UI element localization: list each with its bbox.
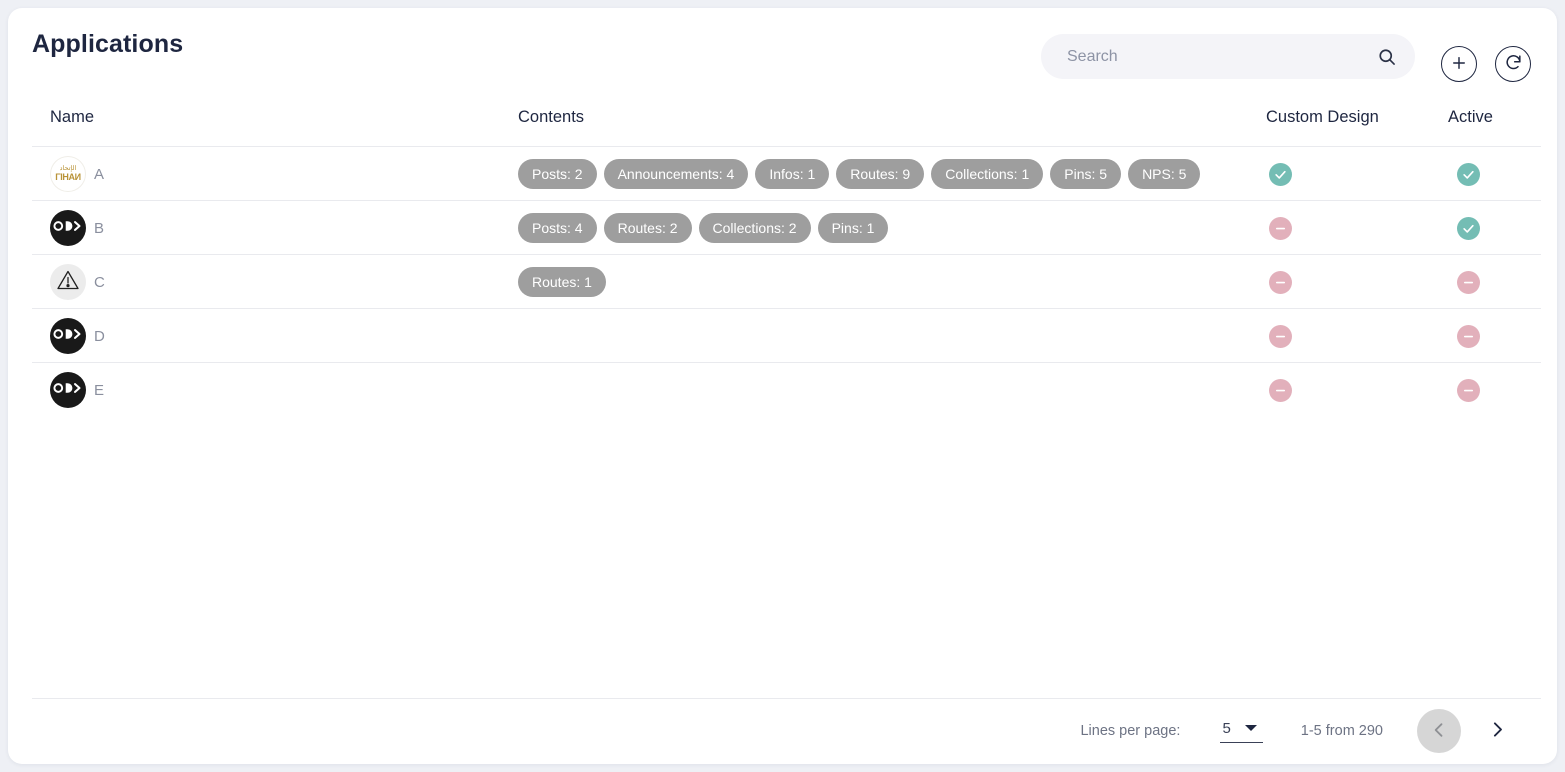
table-row[interactable]: E: [32, 362, 1541, 416]
status-custom-design-disabled: [1268, 378, 1292, 402]
content-chip: NPS: 5: [1128, 159, 1201, 189]
cell-active: [1448, 201, 1488, 255]
refresh-icon: [1504, 53, 1523, 75]
cell-contents: Routes: 1: [518, 255, 606, 309]
cell-custom-design: [1260, 363, 1300, 417]
column-header-contents: Contents: [518, 108, 585, 126]
page-title: Applications: [32, 30, 184, 58]
table-header-row: Name Contents Custom Design Active: [8, 108, 1557, 146]
avatar: [50, 372, 86, 408]
search-box[interactable]: [1041, 34, 1415, 79]
cell-active: [1448, 147, 1488, 201]
status-custom-design-disabled: [1268, 324, 1292, 348]
content-chip: Pins: 5: [1050, 159, 1122, 189]
applications-card: Applications Search Name Contents Custom…: [8, 8, 1557, 764]
cell-name: E: [50, 363, 104, 417]
content-chip: Routes: 1: [518, 267, 606, 297]
chevron-left-icon: [1429, 720, 1449, 743]
plus-icon: [1450, 54, 1468, 75]
table-row[interactable]: الإتحاد ΓIHAИ A Posts: 2 Announcements: 4 Inf…: [32, 146, 1541, 200]
cell-custom-design: [1260, 201, 1300, 255]
table-body: الإتحاد ΓIHAИ A Posts: 2 Announcements: 4 Inf…: [8, 146, 1557, 416]
previous-page-button[interactable]: [1417, 709, 1461, 753]
cell-contents: Posts: 4 Routes: 2 Collections: 2 Pins: 1: [518, 201, 889, 255]
next-page-button[interactable]: [1475, 709, 1519, 753]
search-input[interactable]: [1065, 46, 1377, 67]
content-chip: Collections: 1: [931, 159, 1044, 189]
cell-active: [1448, 363, 1488, 417]
application-name: E: [94, 381, 105, 399]
table-row[interactable]: B Posts: 4 Routes: 2 Collections: 2 Pins: 1: [32, 200, 1541, 254]
cell-custom-design: [1260, 309, 1300, 363]
cell-name: الإتحاد ΓIHAИ A: [50, 147, 104, 201]
pagination-footer: Lines per page: 5 1-5 from 290: [8, 698, 1557, 764]
cell-name: C: [50, 255, 105, 309]
content-chip: Routes: 2: [603, 213, 692, 243]
content-chip: Posts: 4: [518, 213, 597, 243]
content-chip: Announcements: 4: [603, 159, 749, 189]
lines-per-page-select[interactable]: 5: [1220, 719, 1263, 743]
application-name: A: [94, 165, 105, 183]
status-active-disabled: [1456, 324, 1480, 348]
column-header-active: Active: [1448, 108, 1493, 126]
application-name: C: [94, 273, 105, 291]
content-chip: Posts: 2: [518, 159, 597, 189]
cell-custom-design: [1260, 147, 1300, 201]
content-chip: Pins: 1: [817, 213, 889, 243]
status-custom-design-enabled: [1268, 162, 1292, 186]
cell-custom-design: [1260, 255, 1300, 309]
application-name: D: [94, 327, 105, 345]
status-active-enabled: [1456, 162, 1480, 186]
cell-contents: Posts: 2 Announcements: 4 Infos: 1 Routes: …: [518, 147, 1201, 201]
table-row[interactable]: C Routes: 1: [32, 254, 1541, 308]
content-chip: Infos: 1: [755, 159, 830, 189]
avatar: [50, 264, 86, 300]
broken-image-icon: [56, 268, 80, 297]
column-header-custom-design: Custom Design: [1266, 108, 1379, 126]
refresh-button[interactable]: [1495, 46, 1531, 82]
cell-active: [1448, 309, 1488, 363]
cell-name: B: [50, 201, 104, 255]
od-logo-icon: [53, 381, 83, 400]
chevron-down-icon: [1244, 725, 1257, 731]
cell-name: D: [50, 309, 105, 363]
avatar: [50, 210, 86, 246]
page-header: Applications: [8, 8, 1557, 100]
status-active-disabled: [1456, 270, 1480, 294]
status-custom-design-disabled: [1268, 270, 1292, 294]
status-custom-design-disabled: [1268, 216, 1292, 240]
od-logo-icon: [53, 327, 83, 346]
cell-active: [1448, 255, 1488, 309]
pagination-range-label: 1-5 from 290: [1300, 723, 1383, 739]
lines-per-page-label: Lines per page:: [1080, 723, 1181, 739]
table-row[interactable]: D: [32, 308, 1541, 362]
avatar: الإتحاد ΓIHAИ: [50, 156, 86, 192]
lines-per-page-value: 5: [1222, 719, 1231, 737]
content-chip: Routes: 9: [836, 159, 925, 189]
od-logo-icon: [53, 219, 83, 238]
status-active-disabled: [1456, 378, 1480, 402]
chevron-right-icon: [1487, 719, 1508, 743]
content-chip: Collections: 2: [698, 213, 811, 243]
avatar: [50, 318, 86, 354]
search-icon[interactable]: [1377, 47, 1397, 67]
application-name: B: [94, 219, 105, 237]
status-active-enabled: [1456, 216, 1480, 240]
column-header-name: Name: [50, 108, 95, 126]
tihat-logo-icon: الإتحاد ΓIHAИ: [55, 165, 81, 182]
add-application-button[interactable]: [1441, 46, 1477, 82]
